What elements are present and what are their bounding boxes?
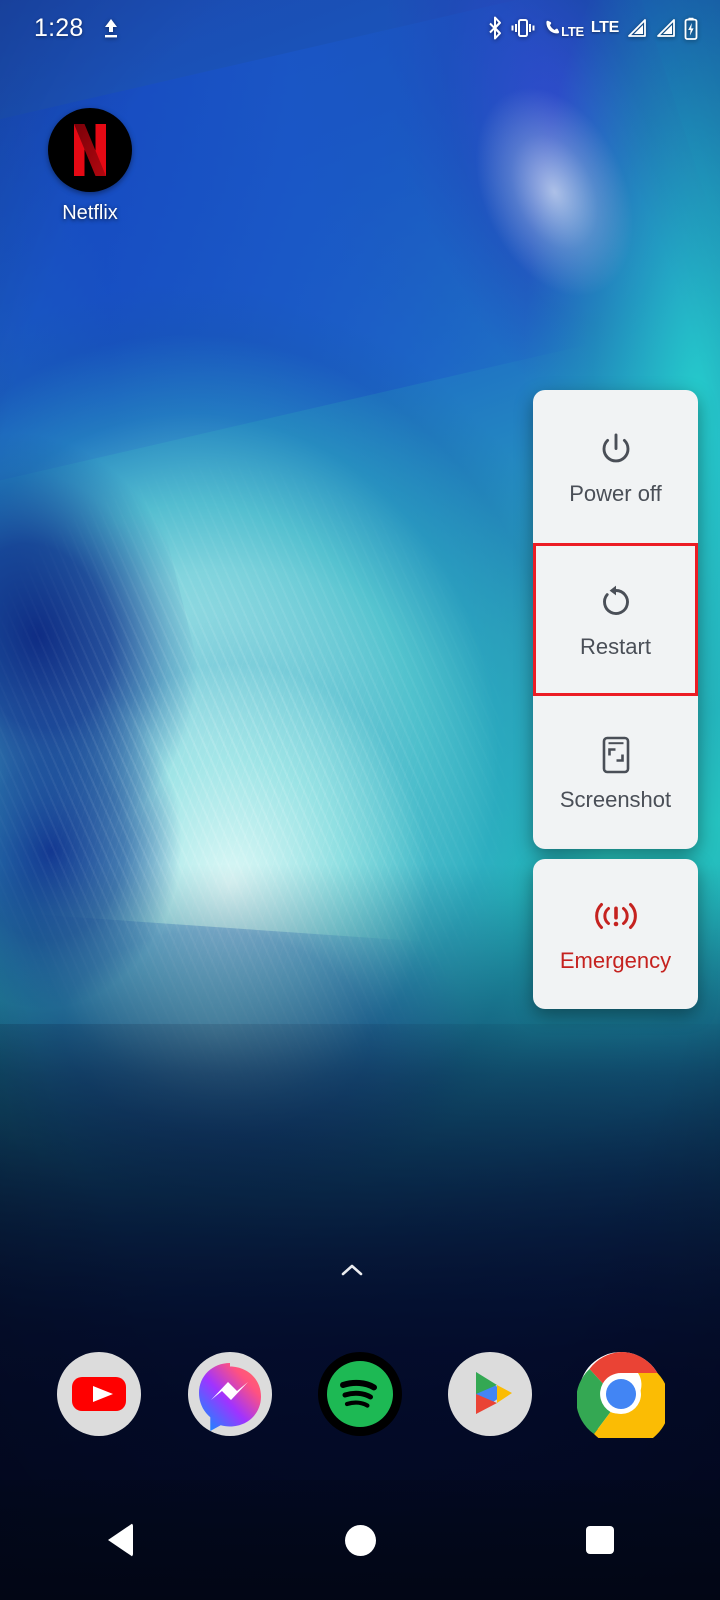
dock bbox=[0, 1348, 720, 1440]
power-icon bbox=[598, 429, 634, 469]
vibrate-icon bbox=[510, 17, 536, 39]
power-menu-group-2: Emergency bbox=[533, 859, 698, 1009]
android-home-screen: 1:28 LTE LTE Netflix Power off Restart S… bbox=[0, 0, 720, 1600]
status-bar-left-icons bbox=[101, 16, 121, 40]
power-menu-dialog: Power off Restart Screenshot Emergency bbox=[533, 390, 698, 1009]
bluetooth-icon bbox=[487, 16, 503, 40]
power-menu-item-power-off[interactable]: Power off bbox=[533, 390, 698, 543]
power-menu-item-restart[interactable]: Restart bbox=[533, 543, 698, 696]
signal-bars-sim1-icon bbox=[626, 18, 648, 38]
netflix-icon bbox=[48, 108, 132, 192]
dock-item-chrome[interactable] bbox=[576, 1350, 665, 1438]
power-menu-label-restart: Restart bbox=[580, 633, 651, 659]
emergency-icon bbox=[590, 896, 642, 936]
power-menu-label-screenshot: Screenshot bbox=[559, 786, 672, 812]
battery-charging-icon bbox=[684, 17, 698, 40]
dock-item-play-store[interactable] bbox=[446, 1350, 534, 1438]
home-circle-icon bbox=[344, 1524, 376, 1556]
volte-label: LTE bbox=[561, 24, 584, 39]
back-button[interactable] bbox=[0, 1480, 240, 1600]
status-bar: 1:28 LTE LTE bbox=[0, 0, 720, 56]
power-menu-label-emergency: Emergency bbox=[559, 948, 672, 973]
home-button[interactable] bbox=[240, 1480, 480, 1600]
recents-button[interactable] bbox=[480, 1480, 720, 1600]
dock-item-spotify[interactable] bbox=[316, 1350, 404, 1438]
netflix-n-glyph bbox=[74, 124, 106, 176]
screenshot-icon bbox=[600, 735, 632, 775]
status-bar-right-icons: LTE LTE bbox=[487, 16, 698, 40]
power-menu-item-screenshot[interactable]: Screenshot bbox=[533, 696, 698, 849]
upload-icon bbox=[101, 16, 121, 40]
chevron-up-icon bbox=[341, 1264, 363, 1276]
messenger-icon bbox=[187, 1352, 272, 1436]
status-bar-clock: 1:28 bbox=[34, 13, 84, 42]
navigation-bar bbox=[0, 1480, 720, 1600]
dock-item-messenger[interactable] bbox=[186, 1350, 274, 1438]
restart-icon bbox=[598, 582, 634, 622]
chrome-icon bbox=[576, 1352, 665, 1438]
power-menu-group-1: Power off Restart Screenshot bbox=[533, 390, 698, 849]
power-menu-item-emergency[interactable]: Emergency bbox=[533, 859, 698, 1009]
app-icon-netflix[interactable]: Netflix bbox=[48, 108, 132, 225]
volte-icon: LTE bbox=[543, 18, 584, 38]
lte-icon: LTE bbox=[590, 19, 619, 36]
recents-square-icon bbox=[586, 1526, 614, 1554]
spotify-icon bbox=[317, 1352, 402, 1436]
youtube-icon bbox=[57, 1352, 142, 1436]
dock-item-youtube[interactable] bbox=[55, 1350, 143, 1438]
signal-bars-sim2-icon bbox=[655, 18, 677, 38]
play-store-icon bbox=[448, 1352, 533, 1436]
power-menu-label-power-off: Power off bbox=[569, 480, 662, 506]
back-triangle-icon bbox=[107, 1523, 133, 1557]
app-label-netflix: Netflix bbox=[62, 202, 118, 224]
app-drawer-chevron[interactable] bbox=[338, 1258, 366, 1282]
